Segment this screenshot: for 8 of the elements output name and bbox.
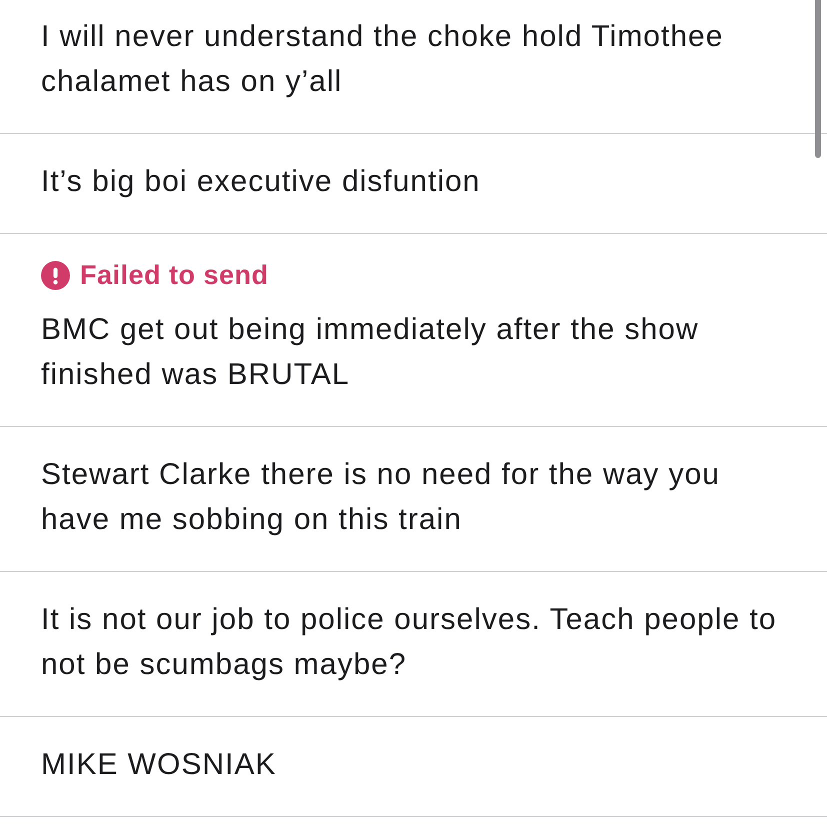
exclamation-icon bbox=[41, 260, 70, 290]
failed-status: Failed to send bbox=[80, 259, 269, 291]
message-text: I will never understand the choke hold Timothee chalamet has on y’all bbox=[41, 19, 724, 100]
message-text: It is not our job to police ourselves. Teach people to not be scumbags maybe? bbox=[41, 602, 778, 683]
message-text: It’s big boi executive disfuntion bbox=[41, 164, 482, 200]
message-text: Stewart Clarke there is no need for the way you have me sobbing on this train bbox=[41, 457, 721, 538]
message-text: BMC get out being immediately after the show finished was BRUTAL bbox=[41, 312, 700, 393]
message-text: MIKE WOSNIAK bbox=[41, 747, 278, 783]
